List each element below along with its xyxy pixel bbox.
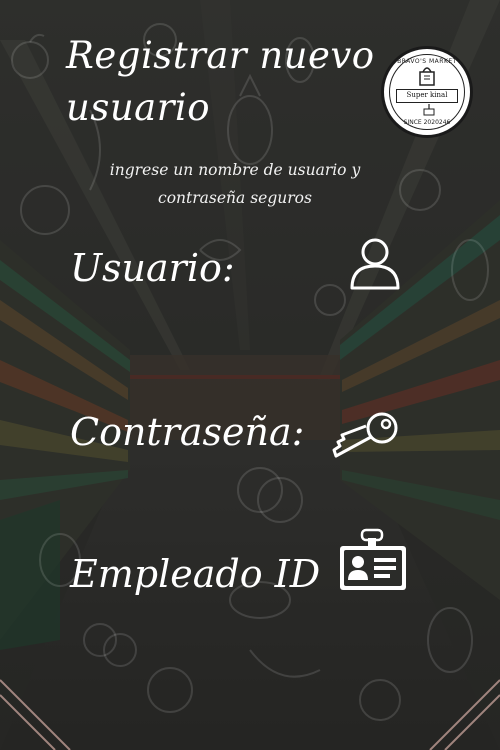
employee-id-label: Empleado ID [70,552,321,596]
id-card-icon[interactable] [338,528,408,594]
store-logo: BRAVO'S MARKET Super kinal SINCE 2020246 [381,46,473,138]
user-icon[interactable] [348,236,402,292]
page-title: Registrar nuevo usuario [66,34,375,129]
logo-brand-bottom: SINCE 2020246 [403,119,451,126]
key-icon[interactable] [330,408,402,460]
password-label: Contraseña: [70,410,305,454]
shopping-bag-icon [419,67,435,86]
logo-badge: Super kinal [396,89,458,103]
logo-brand-top: BRAVO'S MARKET [397,58,457,65]
username-label: Usuario: [70,246,235,290]
broom-icon [423,104,435,116]
page-subtitle: ingrese un nombre de usuario y contraseñ… [109,161,361,207]
